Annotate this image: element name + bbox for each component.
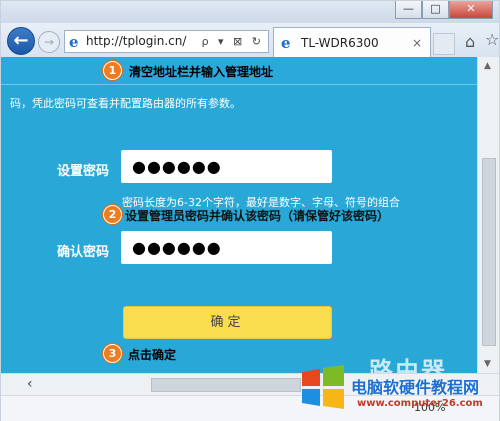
- step-3-note: 点击确定: [128, 348, 177, 362]
- tab-ie-icon: e: [281, 34, 291, 52]
- vertical-scroll-thumb[interactable]: [482, 158, 496, 346]
- watermark-url: www.computer26.com: [357, 398, 483, 409]
- ie-logo-icon: e: [69, 33, 79, 51]
- scroll-down-icon[interactable]: ▼: [484, 359, 491, 369]
- browser-window: — □ ✕ ← → e http://tplogin.cn/ ρ ▾ ⊠ ↻ e…: [0, 0, 500, 421]
- favorites-icon[interactable]: ☆: [485, 30, 499, 49]
- minimize-button[interactable]: —: [395, 1, 422, 19]
- watermark-router: 路由器: [369, 357, 447, 373]
- back-button[interactable]: ←: [7, 27, 35, 55]
- step-1-badge: 1: [103, 61, 122, 80]
- scroll-up-icon[interactable]: ▲: [484, 61, 491, 71]
- scroll-left-icon[interactable]: ‹: [27, 376, 33, 392]
- watermark-title: 电脑软硬件教程网: [351, 378, 480, 397]
- close-button[interactable]: ✕: [449, 1, 493, 19]
- tab-close-icon[interactable]: ×: [412, 30, 422, 56]
- step-2-note: 设置管理员密码并确认该密码（请保管好该密码）: [125, 209, 390, 223]
- home-icon[interactable]: ⌂: [465, 32, 475, 51]
- confirm-button[interactable]: 确定: [123, 306, 332, 339]
- step-2-badge: 2: [103, 205, 122, 224]
- set-password-field[interactable]: ●●●●●●: [121, 150, 332, 183]
- windows-logo-icon: [302, 365, 344, 409]
- tab-router[interactable]: e TL-WDR6300 ×: [273, 27, 431, 57]
- confirm-password-field[interactable]: ●●●●●●: [121, 231, 332, 264]
- window-controls: — □ ✕: [395, 1, 493, 19]
- title-bar: — □ ✕: [1, 1, 499, 25]
- new-tab-button[interactable]: [433, 33, 455, 55]
- vertical-scrollbar[interactable]: ▲ ▼: [477, 57, 499, 373]
- address-tools[interactable]: ρ ▾ ⊠ ↻: [202, 31, 264, 52]
- page-description: 码，凭此密码可查看并配置路由器的所有参数。: [10, 97, 241, 110]
- tab-title[interactable]: TL-WDR6300: [301, 30, 379, 56]
- confirm-password-label: 确认密码: [57, 245, 110, 260]
- step-1-note: 清空地址栏并输入管理地址: [129, 65, 274, 79]
- address-bar[interactable]: e http://tplogin.cn/ ρ ▾ ⊠ ↻: [64, 30, 269, 53]
- horizontal-scroll-thumb[interactable]: [151, 378, 301, 392]
- forward-button[interactable]: →: [38, 31, 60, 53]
- address-text[interactable]: http://tplogin.cn/: [86, 31, 186, 52]
- set-password-label: 设置密码: [57, 164, 110, 179]
- navigation-bar: ← → e http://tplogin.cn/ ρ ▾ ⊠ ↻ e TL-WD…: [1, 23, 499, 57]
- step-3-badge: 3: [103, 344, 122, 363]
- maximize-button[interactable]: □: [422, 1, 449, 19]
- page-content: 码，凭此密码可查看并配置路由器的所有参数。 设置密码 ●●●●●● 密码长度为6…: [1, 57, 477, 373]
